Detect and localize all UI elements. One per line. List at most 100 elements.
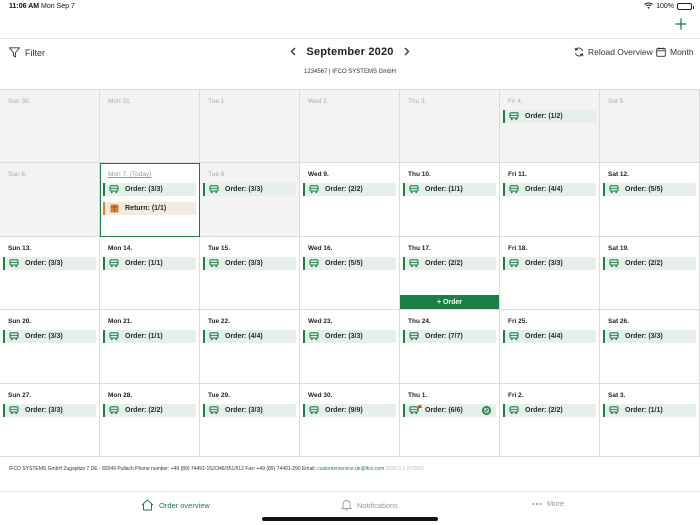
order-chip[interactable]: Order: (3/3) xyxy=(3,403,96,417)
order-chip[interactable]: Order: (3/3) xyxy=(103,183,196,197)
calendar-day-cell[interactable]: Tue 8. Order: (3/3) xyxy=(200,163,300,237)
order-chip[interactable]: Order: (4/4) xyxy=(203,330,296,344)
next-month-button[interactable] xyxy=(404,45,410,59)
day-label: Sun 13. xyxy=(8,244,32,252)
order-chip[interactable]: Order: (9/9) xyxy=(303,403,396,417)
calendar-day-cell[interactable]: Mon 7. (Today) Order: (3/3) Return: (1/1) xyxy=(100,163,200,237)
calendar-day-cell[interactable]: Tue 29. Order: (3/3) xyxy=(200,383,300,457)
order-chip[interactable]: Order: (2/2) xyxy=(503,403,596,417)
toolbar: Filter September 2020 1234567 | IFCO SYS… xyxy=(0,39,700,89)
order-chip[interactable]: Order: (1/1) xyxy=(603,403,696,417)
truck-icon xyxy=(509,185,519,194)
order-chip[interactable]: Order: (5/5) xyxy=(603,183,696,197)
order-chip[interactable]: Order: (4/4) xyxy=(503,330,596,344)
order-chip[interactable]: Order: (2/2) xyxy=(403,256,496,270)
calendar-day-cell[interactable]: Sun 20. Order: (3/3) xyxy=(0,310,100,384)
day-label: Sun 27. xyxy=(8,391,32,399)
calendar-day-cell[interactable]: Tue 1. xyxy=(200,90,300,164)
order-chip[interactable]: Order: (7/7) xyxy=(403,330,496,344)
tab-order-overview[interactable]: Order overview xyxy=(141,499,210,511)
calendar-day-cell[interactable]: Mon 14. Order: (1/1) xyxy=(100,236,200,311)
calendar-day-cell[interactable]: Tue 22. Order: (4/4) xyxy=(200,310,300,384)
truck-icon xyxy=(109,185,119,194)
new-order-button[interactable]: + Order xyxy=(400,295,499,310)
order-chip[interactable]: Order: (1/2) xyxy=(503,110,596,123)
calendar-day-cell[interactable]: Sat 3. Order: (1/1) xyxy=(600,383,700,457)
day-label: Mon 7. (Today) xyxy=(108,171,152,179)
calendar-day-cell[interactable]: Mon 28. Order: (2/2) xyxy=(100,383,200,457)
tab-order-overview-label: Order overview xyxy=(159,500,210,510)
calendar-day-cell[interactable]: Thu 10. Order: (1/1) xyxy=(400,163,500,237)
chip-label: Order: (9/9) xyxy=(325,406,363,414)
order-chip[interactable]: Order: (1/1) xyxy=(103,330,196,344)
order-chip[interactable]: Order: (3/3) xyxy=(203,403,296,417)
order-chip[interactable]: Order: (1/1) xyxy=(403,183,496,197)
calendar-day-cell[interactable]: Sat 5. xyxy=(600,90,700,164)
order-chip[interactable]: Order: (3/3) xyxy=(303,330,396,344)
day-label: Sat 12. xyxy=(608,171,629,179)
prev-month-button[interactable] xyxy=(290,45,296,59)
order-chip[interactable]: Order: (1/1) xyxy=(103,256,196,270)
chip-label: Order: (2/2) xyxy=(425,259,463,267)
calendar-day-cell[interactable]: Fri 4. Order: (1/2) xyxy=(500,90,600,164)
calendar-day-cell[interactable]: Mon 21. Order: (1/1) xyxy=(100,310,200,384)
calendar-day-cell[interactable]: Thu 3. xyxy=(400,90,500,164)
order-chip[interactable]: Order: (3/3) xyxy=(3,330,96,344)
status-bar: 11:06 AM Mon Sep 7 100% xyxy=(0,0,700,14)
calendar-day-cell[interactable]: Sat 26. Order: (3/3) xyxy=(600,310,700,384)
add-order-button[interactable] xyxy=(673,16,689,32)
order-chip[interactable]: Order: (4/4) xyxy=(503,183,596,197)
order-chip[interactable]: Order: (3/3) xyxy=(3,256,96,270)
calendar-day-cell[interactable]: Sun 6. xyxy=(0,163,100,237)
email-link[interactable]: customerservice.de@ifco.com xyxy=(317,466,384,472)
calendar-day-cell[interactable]: Sat 19. Order: (2/2) xyxy=(600,236,700,311)
calendar-day-cell[interactable]: Fri 2. Order: (2/2) xyxy=(500,383,600,457)
tab-notifications[interactable]: Notifications xyxy=(341,499,398,511)
calendar-day-cell[interactable]: Fri 18. Order: (3/3) xyxy=(500,236,600,311)
day-label: Fri 2. xyxy=(508,391,524,399)
calendar-day-cell[interactable]: Mon 31. xyxy=(100,90,200,164)
order-chip[interactable]: Order: (3/3) xyxy=(203,183,296,197)
calendar-day-cell[interactable]: Fri 25. Order: (4/4) xyxy=(500,310,600,384)
order-chip[interactable]: Order: (2/2) xyxy=(603,256,696,270)
order-chip[interactable]: Order: (5/5) xyxy=(303,256,396,270)
chip-label: Order: (3/3) xyxy=(625,333,663,341)
calendar-day-cell[interactable]: Wed 16. Order: (5/5) xyxy=(300,236,400,311)
order-chip[interactable]: Order: (3/3) xyxy=(503,256,596,270)
view-mode-button[interactable]: Month xyxy=(656,47,694,57)
order-chip[interactable]: Order: (3/3) xyxy=(603,330,696,344)
calendar-day-cell[interactable]: Wed 2. xyxy=(300,90,400,164)
calendar-day-cell[interactable]: Wed 23. Order: (3/3) xyxy=(300,310,400,384)
order-chip[interactable]: Order: (2/2) xyxy=(103,403,196,417)
order-chip[interactable]: Order: (3/3) xyxy=(203,256,296,270)
calendar-day-cell[interactable]: Thu 17. Order: (2/2) + Order xyxy=(400,236,500,311)
calendar-day-cell[interactable]: Sun 30. xyxy=(0,90,100,164)
day-label: Thu 24. xyxy=(408,318,431,326)
truck-icon xyxy=(209,332,219,341)
day-label: Tue 29. xyxy=(208,391,230,399)
return-chip[interactable]: Return: (1/1) xyxy=(103,202,196,216)
reload-overview-button[interactable]: Reload Overview xyxy=(574,47,653,57)
calendar-day-cell[interactable]: Sat 12. Order: (5/5) xyxy=(600,163,700,237)
calendar-day-cell[interactable]: Wed 30. Order: (9/9) xyxy=(300,383,400,457)
truck-icon xyxy=(9,259,19,268)
day-label: Sun 30. xyxy=(8,98,31,105)
status-right: 100% xyxy=(644,2,694,11)
truck-icon xyxy=(609,259,619,268)
order-chip[interactable]: Order: (6/6) xyxy=(403,403,496,417)
company-info: IFCO SYSTEMS GmbH Zugspitze 7 DE - 82049… xyxy=(9,466,424,472)
calendar-day-cell[interactable]: Thu 1. Order: (6/6) xyxy=(400,383,500,457)
calendar-day-cell[interactable]: Thu 24. Order: (7/7) xyxy=(400,310,500,384)
flag-icon xyxy=(418,404,423,412)
calendar-day-cell[interactable]: Wed 9. Order: (2/2) xyxy=(300,163,400,237)
day-label: Thu 3. xyxy=(408,98,427,105)
calendar-day-cell[interactable]: Sun 13. Order: (3/3) xyxy=(0,236,100,311)
chip-label: Order: (3/3) xyxy=(125,186,163,194)
calendar-day-cell[interactable]: Tue 15. Order: (3/3) xyxy=(200,236,300,311)
calendar-day-cell[interactable]: Sun 27. Order: (3/3) xyxy=(0,383,100,457)
tab-more[interactable]: More xyxy=(532,499,564,508)
calendar-day-cell[interactable]: Fri 11. Order: (4/4) xyxy=(500,163,600,237)
truck-icon xyxy=(309,259,319,268)
chip-label: Order: (7/7) xyxy=(425,333,463,341)
order-chip[interactable]: Order: (2/2) xyxy=(303,183,396,197)
